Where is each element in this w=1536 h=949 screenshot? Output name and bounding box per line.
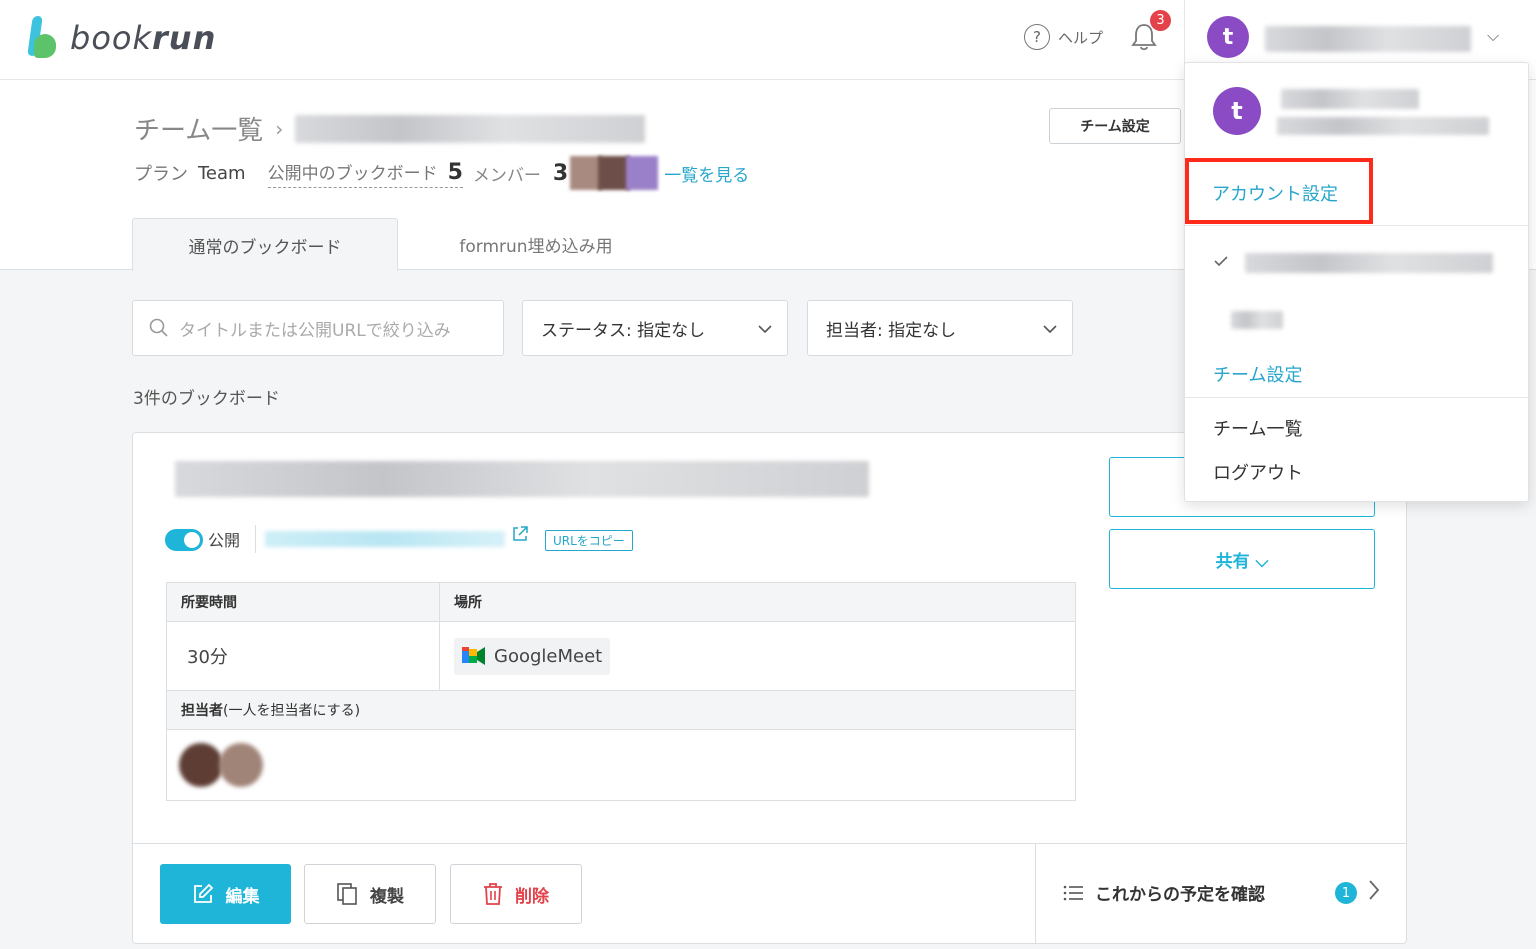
assignee-filter-value: 担当者: 指定なし [826, 320, 957, 341]
status-filter-value: ステータス: 指定なし [541, 320, 706, 341]
dropdown-avatar: t [1213, 87, 1261, 135]
avatar [179, 743, 223, 787]
dropdown-team-list[interactable]: チーム一覧 [1213, 415, 1302, 441]
search-icon [149, 318, 168, 337]
plan-label: プラン [134, 164, 188, 185]
public-toggle[interactable] [165, 529, 203, 551]
plan-summary: プラン Team 公開中のブックボード 5 メンバー 3 一覧を見る [134, 156, 749, 190]
bookboard-card: 公開 URLをコピー 所要時間 場所 30分 GoogleMeet 担当者 (一… [132, 432, 1407, 944]
divider [255, 525, 256, 553]
help-label: ヘルプ [1058, 28, 1104, 47]
public-boards-label: 公開中のブックボード [267, 163, 438, 184]
chevron-down-icon: ⌵ [1487, 26, 1500, 45]
edit-button-label: 編集 [225, 886, 260, 907]
edit-button[interactable]: 編集 [160, 864, 291, 924]
status-filter-select[interactable]: ステータス: 指定なし [522, 300, 788, 356]
user-dropdown-menu: t チーム設定 チーム一覧 ログアウト [1184, 62, 1529, 502]
team-name-redacted [295, 114, 646, 143]
team-item-current-redacted[interactable] [1245, 253, 1493, 273]
duration-header: 所要時間 [167, 583, 440, 621]
divider [1035, 844, 1036, 944]
see-members-link[interactable]: 一覧を見る [664, 161, 749, 186]
location-cell: GoogleMeet [440, 622, 1075, 690]
location-value: GoogleMeet [494, 645, 603, 667]
assignee-header-sub: (一人を担当者にする) [223, 703, 361, 719]
delete-button-label: 削除 [515, 886, 549, 907]
members-label: メンバー [472, 165, 541, 186]
user-name-redacted [1265, 26, 1471, 52]
upcoming-label: これからの予定を確認 [1095, 885, 1265, 905]
tab-regular-boards[interactable]: 通常のブックボード [132, 218, 398, 271]
table-row: 30分 GoogleMeet [167, 622, 1075, 691]
team-item-redacted[interactable] [1231, 311, 1283, 329]
chevron-down-icon [1043, 325, 1057, 334]
highlight-box [1185, 158, 1373, 224]
edit-icon [193, 883, 213, 903]
assignee-header: 担当者 (一人を担当者にする) [167, 691, 1075, 729]
chevron-down-icon [758, 325, 772, 334]
table-header-row: 担当者 (一人を担当者にする) [167, 691, 1075, 730]
card-footer: 編集 複製 削除 これからの予定を確認 1 [133, 843, 1406, 944]
team-settings-button[interactable]: チーム設定 [1049, 108, 1181, 144]
google-meet-icon [462, 647, 485, 665]
duration-value: 30分 [167, 622, 440, 690]
public-boards-link[interactable]: 公開中のブックボード 5 [267, 159, 463, 188]
breadcrumb-team-list[interactable]: チーム一覧 [134, 110, 263, 147]
check-icon [1214, 256, 1228, 267]
member-avatars [570, 156, 659, 190]
assignee-filter-select[interactable]: 担当者: 指定なし [807, 300, 1073, 356]
assignee-avatars [167, 730, 263, 800]
avatar [219, 743, 263, 787]
location-header: 場所 [440, 583, 1075, 621]
public-label: 公開 [208, 531, 241, 550]
members-count: 3 [552, 160, 569, 186]
google-meet-chip: GoogleMeet [454, 637, 611, 675]
results-count: 3件のブックボード [133, 389, 280, 409]
dropdown-team-settings[interactable]: チーム設定 [1213, 361, 1302, 387]
copy-url-button[interactable]: URLをコピー [545, 530, 633, 551]
dropdown-user-email-redacted [1277, 117, 1489, 135]
share-button[interactable]: 共有 ⌵ [1109, 529, 1375, 589]
board-info-table: 所要時間 場所 30分 GoogleMeet 担当者 (一人を担当者にする) [166, 582, 1076, 801]
board-tabs: 通常のブックボード formrun埋め込み用 [132, 218, 674, 271]
plan-value: Team [198, 162, 246, 184]
logout-button[interactable]: ログアウト [1213, 459, 1303, 485]
public-boards-count: 5 [447, 159, 463, 185]
tab-formrun-embed[interactable]: formrun埋め込み用 [398, 218, 674, 271]
table-row [167, 730, 1075, 800]
duplicate-button[interactable]: 複製 [304, 864, 436, 924]
bookrun-logo[interactable]: bookrun [27, 16, 217, 60]
bookrun-logo-mark [27, 16, 60, 60]
logo-text: bookrun [70, 19, 217, 57]
chevron-right-icon[interactable] [1367, 878, 1381, 902]
delete-button[interactable]: 削除 [450, 864, 582, 924]
external-link-icon[interactable] [511, 525, 529, 543]
divider [1185, 397, 1528, 398]
upcoming-schedule-link[interactable]: これからの予定を確認 [1063, 880, 1265, 905]
public-url-redacted[interactable] [265, 531, 505, 547]
list-icon [1063, 885, 1083, 900]
help-link[interactable]: ? ヘルプ [1024, 24, 1103, 50]
member-avatar [626, 156, 659, 190]
copy-icon [337, 883, 357, 905]
board-title-redacted[interactable] [175, 461, 869, 497]
notification-badge: 3 [1150, 10, 1171, 31]
search-placeholder: タイトルまたは公開URLで絞り込み [179, 320, 451, 341]
upcoming-count-badge: 1 [1335, 882, 1357, 904]
divider [1185, 225, 1528, 226]
search-input[interactable]: タイトルまたは公開URLで絞り込み [132, 300, 504, 356]
breadcrumb: チーム一覧 › [134, 110, 646, 147]
trash-icon [484, 883, 502, 905]
help-icon: ? [1024, 24, 1050, 50]
table-header-row: 所要時間 場所 [167, 583, 1075, 622]
chevron-right-icon: › [275, 116, 284, 141]
user-avatar: t [1207, 16, 1249, 58]
duplicate-button-label: 複製 [370, 886, 404, 907]
assignee-header-label: 担当者 [181, 703, 223, 719]
dropdown-user-name-redacted [1281, 89, 1419, 109]
